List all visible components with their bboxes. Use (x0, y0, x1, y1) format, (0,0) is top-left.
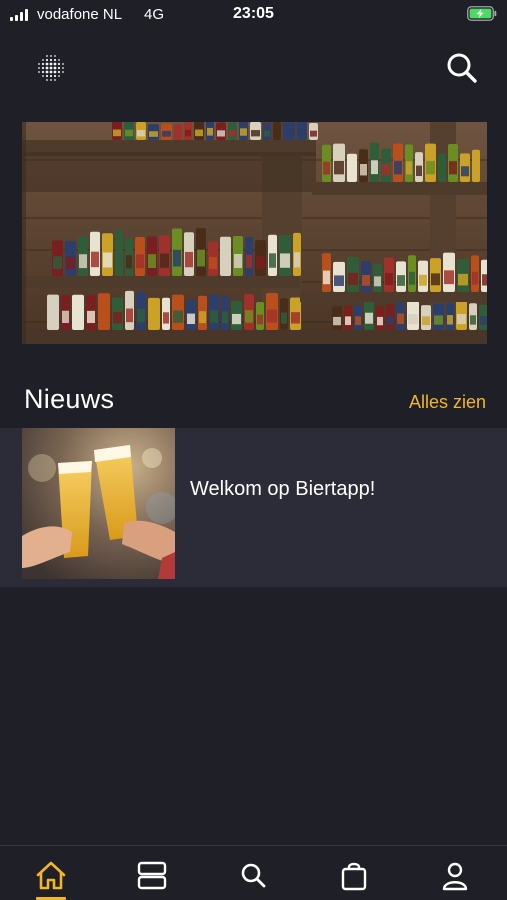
search-button[interactable] (442, 48, 482, 88)
biertapp-logo-icon[interactable] (33, 50, 69, 86)
news-section-title: Nieuws (24, 384, 115, 414)
search-icon[interactable] (233, 856, 273, 896)
app-screen: vodafone NL 4G 23:05 Nieuws Alles zien W… (0, 0, 507, 900)
shopping-bag-icon[interactable] (334, 856, 374, 896)
news-headline: Welkom op Biertapp! (190, 478, 376, 500)
battery-charging-icon (467, 6, 497, 21)
see-all-news-link[interactable]: Alles zien (409, 392, 486, 413)
hero-banner-image[interactable] (22, 122, 487, 344)
app-header (0, 40, 507, 92)
news-thumbnail-image (22, 428, 175, 579)
profile-icon[interactable] (435, 856, 475, 896)
bottom-navigation (0, 845, 507, 900)
status-time: 23:05 (233, 5, 274, 22)
news-list-item[interactable]: Welkom op Biertapp! (0, 428, 507, 587)
home-icon[interactable] (31, 856, 71, 896)
catalog-icon[interactable] (132, 856, 172, 896)
status-bar: vodafone NL 4G 23:05 (0, 0, 507, 30)
